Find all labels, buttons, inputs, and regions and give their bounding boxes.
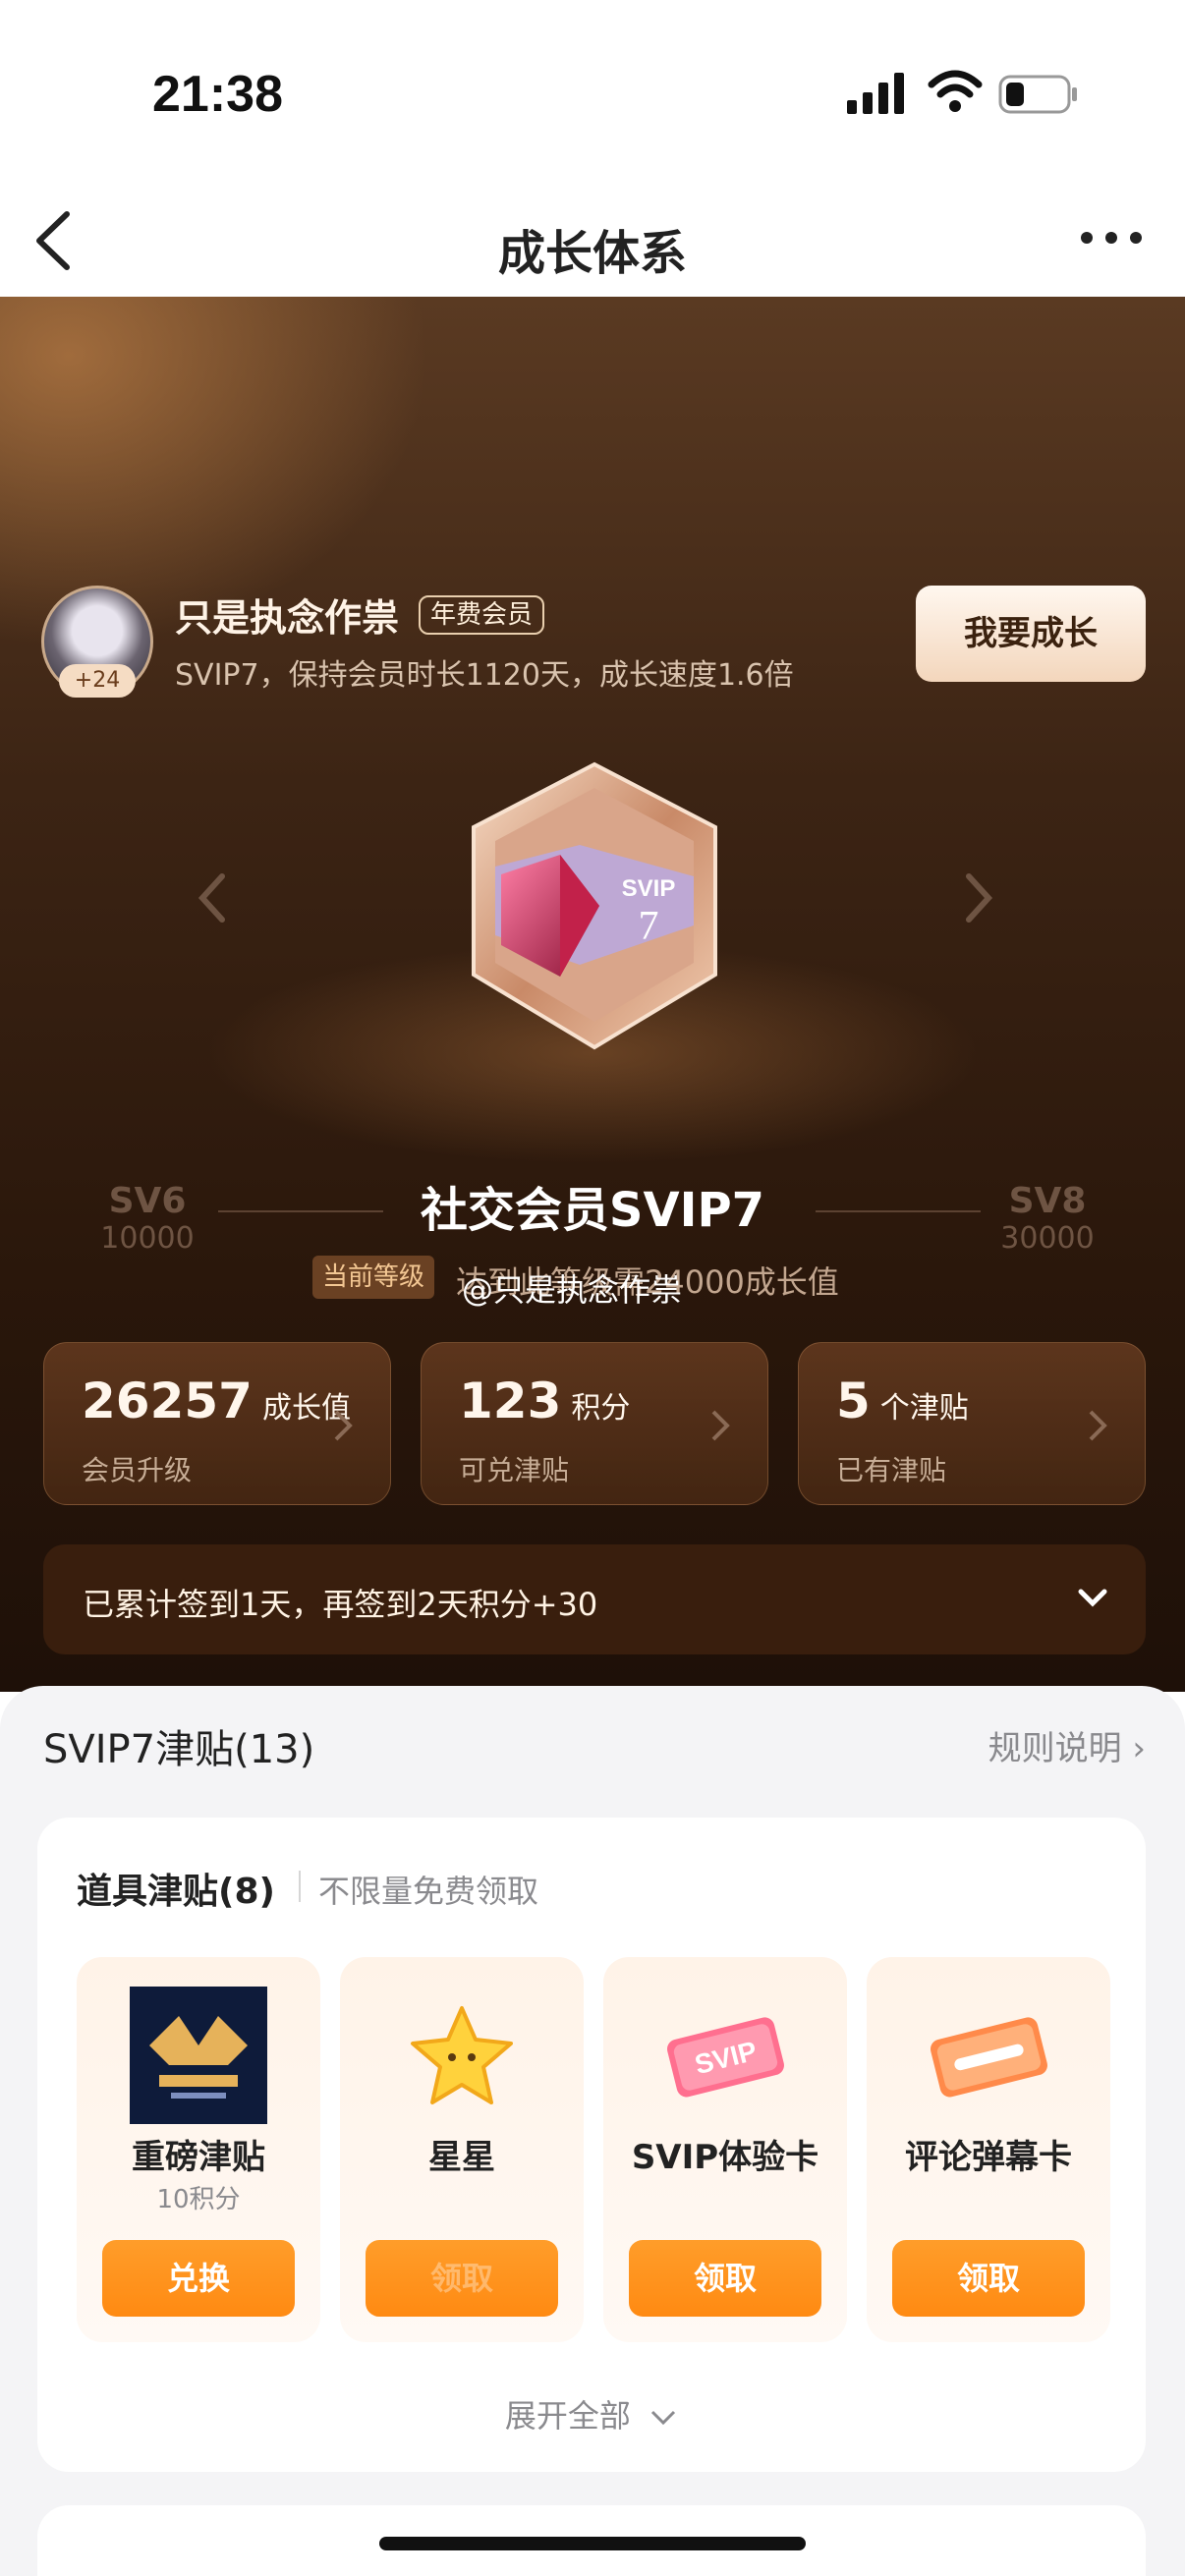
checkin-text: 已累计签到1天，再签到2天积分+30 <box>83 1586 598 1623</box>
stat-unit: 个津贴 <box>879 1391 969 1426</box>
allowance-sheet: SVIP7津贴(13) 规则说明 › 道具津贴(8) 不限量免费领取 重磅津贴 … <box>0 1686 1185 2576</box>
stat-value: 26257 <box>82 1372 253 1429</box>
list-item[interactable]: SVIP SVIP体验卡 领取 <box>603 1957 847 2342</box>
stat-value: 123 <box>459 1372 562 1429</box>
page-title: 成长体系 <box>497 226 687 281</box>
claim-button[interactable]: 领取 <box>892 2240 1085 2317</box>
signal-icon <box>847 73 904 114</box>
next-level-name: SV8 <box>1008 1181 1087 1221</box>
list-item[interactable]: 重磅津贴 10积分 兑换 <box>77 1957 320 2342</box>
chevron-right-icon <box>1089 1410 1107 1441</box>
divider <box>299 1871 301 1902</box>
user-subtitle: SVIP7，保持会员时长1120天，成长速度1.6倍 <box>175 658 794 693</box>
current-level-badge: 当前等级 <box>312 1256 435 1299</box>
watermark: @只是执念作祟 <box>462 1271 683 1309</box>
svip-medal-icon: SVIP 7 <box>472 761 717 1050</box>
avatar-badge: +24 <box>59 664 136 698</box>
stat-allowance[interactable]: 5 个津贴 已有津贴 <box>798 1342 1146 1505</box>
expand-all[interactable]: 展开全部 <box>37 2391 1146 2436</box>
hero-section: +24 只是执念作祟 年费会员 SVIP7，保持会员时长1120天，成长速度1.… <box>0 297 1185 1692</box>
svip-card-icon: SVIP <box>667 2017 784 2098</box>
chevron-down-icon <box>651 2410 676 2426</box>
home-indicator[interactable] <box>379 2537 806 2550</box>
grow-button[interactable]: 我要成长 <box>916 586 1146 682</box>
stat-growth[interactable]: 26257 成长值 会员升级 <box>43 1342 391 1505</box>
medal-number: 7 <box>639 904 659 949</box>
chevron-right-icon <box>334 1410 353 1441</box>
claim-button[interactable]: 领取 <box>629 2240 821 2317</box>
status-time: 21:38 <box>152 66 283 123</box>
stat-value: 5 <box>836 1372 871 1429</box>
item-name: 重磅津贴 <box>132 2138 265 2177</box>
medal-label: SVIP <box>622 875 676 902</box>
stat-label: 可兑津贴 <box>459 1454 570 1486</box>
card-title: 道具津贴(8) <box>77 1872 275 1912</box>
stat-points[interactable]: 123 积分 可兑津贴 <box>421 1342 768 1505</box>
stat-unit: 积分 <box>571 1391 631 1426</box>
rules-link[interactable]: 规则说明 › <box>988 1721 1146 1769</box>
battery-icon <box>998 75 1077 114</box>
prop-allowance-card: 道具津贴(8) 不限量免费领取 重磅津贴 10积分 兑换 星星 领取 SVIP … <box>37 1818 1146 2472</box>
nav-bar: 成长体系 <box>0 187 1185 297</box>
next-level[interactable]: SV8 30000 <box>988 1181 1106 1256</box>
claim-button[interactable]: 领取 <box>366 2240 558 2317</box>
music-festival-icon <box>130 1987 267 2124</box>
next-level-value: 30000 <box>1000 1221 1095 1256</box>
stat-label: 会员升级 <box>82 1454 193 1486</box>
level-line-right <box>816 1210 981 1212</box>
list-item[interactable]: 星星 领取 <box>340 1957 584 2342</box>
prev-level-icon[interactable] <box>193 868 232 927</box>
more-icon[interactable] <box>1077 218 1146 257</box>
member-badge: 年费会员 <box>419 595 545 635</box>
expand-label: 展开全部 <box>504 2397 631 2435</box>
checkin-bar[interactable]: 已累计签到1天，再签到2天积分+30 <box>43 1544 1146 1654</box>
chevron-right-icon <box>711 1410 730 1441</box>
star-icon <box>411 2006 513 2104</box>
exchange-button[interactable]: 兑换 <box>102 2240 295 2317</box>
item-name: 星星 <box>428 2138 495 2177</box>
card-subtitle: 不限量免费领取 <box>318 1873 539 1910</box>
user-name: 只是执念作祟 <box>175 596 400 640</box>
wifi-icon <box>928 70 983 112</box>
chevron-down-icon[interactable] <box>1075 1584 1110 1613</box>
list-item[interactable]: 评论弹幕卡 领取 <box>867 1957 1110 2342</box>
stat-label: 已有津贴 <box>836 1454 947 1486</box>
status-bar: 21:38 <box>0 0 1185 187</box>
item-name: 评论弹幕卡 <box>905 2138 1072 2177</box>
item-price: 10积分 <box>156 2185 241 2214</box>
comment-card-icon <box>931 2017 1047 2098</box>
next-level-icon[interactable] <box>959 868 998 927</box>
allowance-title: SVIP7津贴(13) <box>43 1727 315 1772</box>
item-name: SVIP体验卡 <box>631 2138 819 2177</box>
